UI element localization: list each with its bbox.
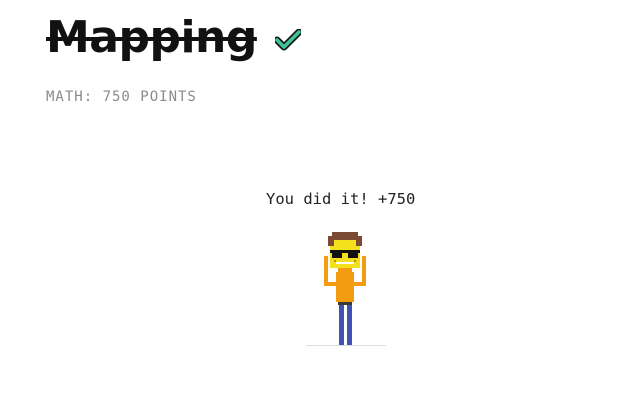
checkmark-icon [274, 29, 301, 51]
lesson-points-label: MATH: 750 POINTS [46, 89, 197, 105]
pixel-character-icon [324, 232, 366, 346]
lesson-title: Mapping [46, 12, 257, 63]
success-message: You did it! +750 [266, 190, 416, 208]
lesson-complete-screen: Mapping MATH: 750 POINTS You did it! +75… [0, 0, 619, 402]
lesson-header: Mapping [46, 10, 301, 66]
ground-line [306, 345, 386, 346]
